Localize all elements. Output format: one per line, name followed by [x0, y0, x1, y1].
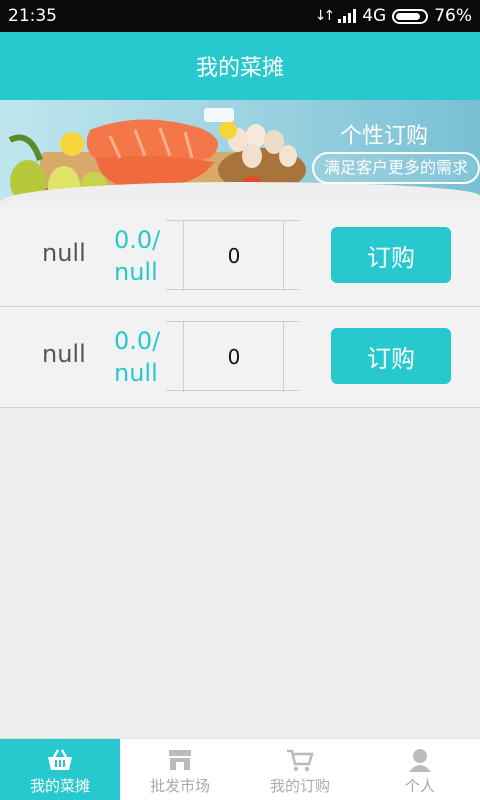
price-amount: 0.0/ — [114, 226, 161, 254]
tab-label: 批发市场 — [149, 777, 210, 795]
price-unit: null — [114, 359, 158, 387]
product-price: 0.0/ null — [114, 325, 160, 389]
price-unit: null — [114, 258, 158, 286]
order-button[interactable]: 订购 — [331, 328, 451, 384]
qty-divider-right — [283, 322, 284, 392]
banner-title: 个性订购 — [340, 124, 429, 149]
order-button[interactable]: 订购 — [331, 227, 451, 283]
app-header: 我的菜摊 — [0, 32, 480, 100]
tab-wholesale-market[interactable]: 批发市场 — [120, 739, 240, 800]
qty-divider-right — [283, 221, 284, 291]
tab-personal[interactable]: 个人 — [360, 739, 480, 800]
product-list: null 0.0/ null 0 订购 null 0.0/ null 0 订购 — [0, 206, 480, 408]
person-icon — [406, 747, 434, 773]
page-title: 我的菜摊 — [195, 56, 284, 81]
signal-icon — [338, 9, 357, 23]
quantity-value[interactable]: 0 — [184, 221, 284, 291]
quantity-value[interactable]: 0 — [184, 322, 284, 392]
basket-icon — [46, 747, 74, 773]
status-time: 21:35 — [8, 6, 57, 26]
product-name: null — [42, 239, 86, 267]
tab-label: 我的订购 — [269, 777, 330, 795]
cart-icon — [286, 747, 314, 773]
status-bar: 21:35 ↓↑ 4G 76% — [0, 0, 480, 32]
data-activity-icon: ↓↑ — [314, 8, 336, 24]
product-row: null 0.0/ null 0 订购 — [0, 307, 480, 408]
tab-label: 个人 — [404, 777, 435, 795]
banner-subtitle: 满足客户更多的需求 — [312, 152, 480, 184]
quantity-field[interactable]: 0 — [166, 220, 300, 291]
tab-my-orders[interactable]: 我的订购 — [240, 739, 360, 800]
promo-banner[interactable]: 个性订购 满足客户更多的需求 — [0, 100, 480, 206]
tab-my-stall[interactable]: 我的菜摊 — [0, 739, 120, 800]
battery-icon — [392, 8, 429, 24]
store-icon — [166, 747, 194, 773]
product-name: null — [42, 340, 86, 368]
quantity-field[interactable]: 0 — [166, 321, 300, 392]
product-price: 0.0/ null — [114, 224, 160, 288]
product-row: null 0.0/ null 0 订购 — [0, 206, 480, 307]
network-type: 4G — [362, 6, 387, 26]
status-indicators: ↓↑ 4G 76% — [315, 6, 472, 26]
price-amount: 0.0/ — [114, 327, 161, 355]
tab-label: 我的菜摊 — [29, 777, 90, 795]
battery-percent: 76% — [434, 6, 472, 26]
bottom-nav: 我的菜摊 批发市场 我的订购 个人 — [0, 738, 480, 800]
